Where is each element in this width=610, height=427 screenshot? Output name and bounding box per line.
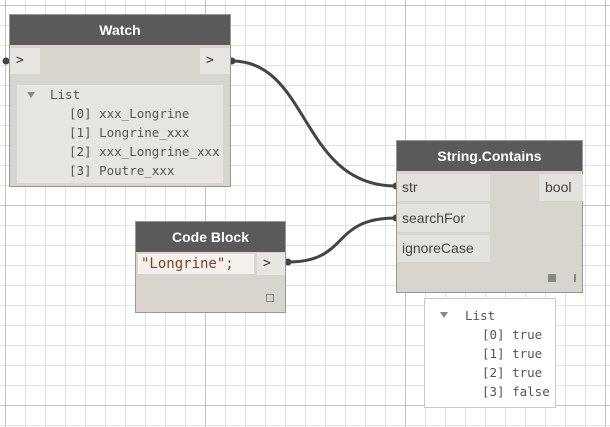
wire-code-to-searchfor[interactable]: [287, 216, 397, 264]
code-output-port[interactable]: >: [257, 253, 285, 275]
searchfor-input-port[interactable]: searchFor: [397, 204, 490, 232]
preview-toggle-icon[interactable]: [548, 274, 556, 282]
list-item: [2] xxx_Longrine_xxx: [69, 144, 220, 159]
code-block-title: Code Block: [136, 222, 285, 252]
result-preview-bubble: List [0] true [1] true [2] true [3] fals…: [424, 298, 556, 408]
watch-node[interactable]: Watch > > List [0] xxx_Longrine [1] Long…: [9, 14, 231, 187]
code-editor[interactable]: "Longrine";: [138, 254, 254, 274]
watch-list-label: List: [50, 87, 81, 102]
list-item: [0] true: [482, 327, 543, 342]
list-item: [3] Poutre_xxx: [69, 163, 175, 178]
list-item: [1] true: [482, 346, 543, 361]
code-block-node[interactable]: Code Block "Longrine"; >: [135, 221, 286, 313]
workspace-canvas[interactable]: Watch > > List [0] xxx_Longrine [1] Long…: [0, 0, 610, 427]
string-contains-title: String.Contains: [397, 141, 582, 171]
string-contains-node[interactable]: String.Contains str searchFor ignoreCase…: [396, 140, 583, 293]
lacing-indicator-icon: [574, 274, 576, 282]
ignorecase-input-port[interactable]: ignoreCase: [397, 235, 490, 262]
list-item: [0] xxx_Longrine: [69, 106, 190, 121]
watch-node-title: Watch: [10, 15, 230, 45]
result-list-label: List: [465, 308, 496, 323]
watch-output-port[interactable]: >: [200, 48, 230, 74]
bool-output-port[interactable]: bool: [539, 174, 583, 201]
watch-preview-panel: List [0] xxx_Longrine [1] Longrine_xxx […: [17, 85, 223, 183]
str-input-port[interactable]: str: [397, 174, 490, 201]
watch-input-port[interactable]: >: [10, 48, 40, 74]
wire-watch-to-str[interactable]: [231, 59, 397, 188]
preview-toggle-icon[interactable]: [266, 294, 274, 302]
list-item: [3] false: [482, 384, 550, 399]
list-item: [1] Longrine_xxx: [69, 125, 190, 140]
list-item: [2] true: [482, 365, 543, 380]
